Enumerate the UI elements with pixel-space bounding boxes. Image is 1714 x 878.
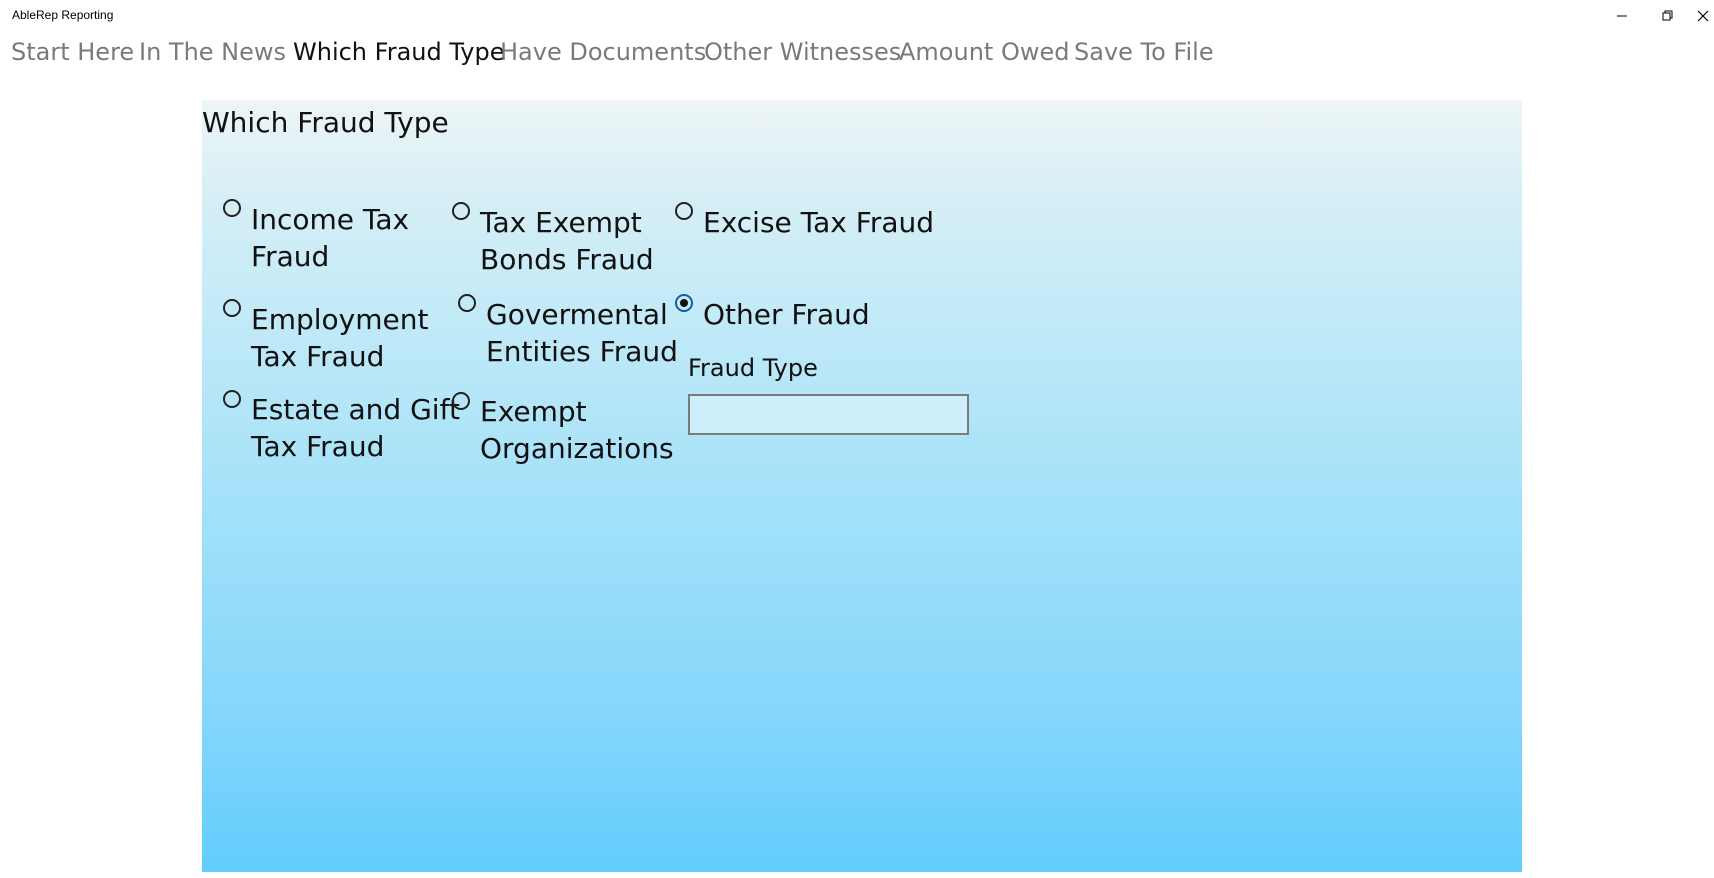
radio-tax-exempt-bonds-fraud[interactable] — [452, 202, 470, 220]
radio-label-estate-gift-tax-fraud[interactable]: Estate and Gift Tax Fraud — [251, 391, 460, 465]
radio-label-line: Tax Fraud — [251, 340, 385, 373]
radio-label-other-fraud[interactable]: Other Fraud — [703, 296, 870, 333]
radio-label-line: Govermental — [486, 298, 668, 331]
title-bar: AbleRep Reporting — [0, 0, 1714, 32]
radio-label-line: Fraud — [251, 240, 330, 273]
radio-label-govermental-entities-fraud[interactable]: Govermental Entities Fraud — [486, 296, 678, 370]
radio-other-fraud[interactable] — [675, 294, 693, 312]
radio-label-employment-tax-fraud[interactable]: Employment Tax Fraud — [251, 301, 428, 375]
radio-excise-tax-fraud[interactable] — [675, 202, 693, 220]
radio-label-line: Tax Exempt — [480, 206, 642, 239]
radio-label-excise-tax-fraud[interactable]: Excise Tax Fraud — [703, 204, 934, 241]
radio-govermental-entities-fraud[interactable] — [458, 294, 476, 312]
tab-other-witnesses[interactable]: Other Witnesses — [704, 38, 901, 66]
radio-label-line: Estate and Gift — [251, 393, 460, 426]
fraud-type-panel: Which Fraud Type Income Tax Fraud Employ… — [202, 100, 1522, 872]
tab-amount-owed[interactable]: Amount Owed — [899, 38, 1069, 66]
tab-in-the-news[interactable]: In The News — [139, 38, 286, 66]
radio-label-line: Income Tax — [251, 203, 410, 236]
fraud-type-input[interactable] — [688, 394, 969, 435]
radio-label-tax-exempt-bonds-fraud[interactable]: Tax Exempt Bonds Fraud — [480, 204, 654, 278]
tab-which-fraud-type[interactable]: Which Fraud Type — [293, 38, 504, 66]
radio-income-tax-fraud[interactable] — [223, 199, 241, 217]
app-title: AbleRep Reporting — [12, 8, 114, 22]
radio-label-line: Bonds Fraud — [480, 243, 654, 276]
close-button[interactable] — [1691, 0, 1714, 32]
page-title: Which Fraud Type — [202, 106, 449, 139]
radio-label-line: Organizations — [480, 432, 674, 465]
close-icon — [1697, 10, 1708, 22]
radio-label-line: Other Fraud — [703, 298, 870, 331]
minimize-icon — [1617, 15, 1627, 17]
minimize-button[interactable] — [1599, 0, 1645, 32]
radio-label-income-tax-fraud[interactable]: Income Tax Fraud — [251, 201, 409, 275]
radio-estate-gift-tax-fraud[interactable] — [223, 390, 241, 408]
radio-label-line: Employment — [251, 303, 429, 336]
tab-save-to-file[interactable]: Save To File — [1074, 38, 1214, 66]
tab-start-here[interactable]: Start Here — [11, 38, 134, 66]
radio-label-line: Exempt — [480, 395, 587, 428]
radio-label-exempt-organizations[interactable]: Exempt Organizations — [480, 393, 674, 467]
fraud-type-label: Fraud Type — [688, 354, 818, 382]
tab-have-documents[interactable]: Have Documents — [500, 38, 706, 66]
restore-icon — [1662, 10, 1673, 21]
radio-exempt-organizations[interactable] — [452, 392, 470, 410]
radio-employment-tax-fraud[interactable] — [223, 299, 241, 317]
radio-label-line: Excise Tax Fraud — [703, 206, 935, 239]
radio-label-line: Entities Fraud — [486, 335, 678, 368]
restore-button[interactable] — [1645, 0, 1691, 32]
radio-label-line: Tax Fraud — [251, 430, 385, 463]
